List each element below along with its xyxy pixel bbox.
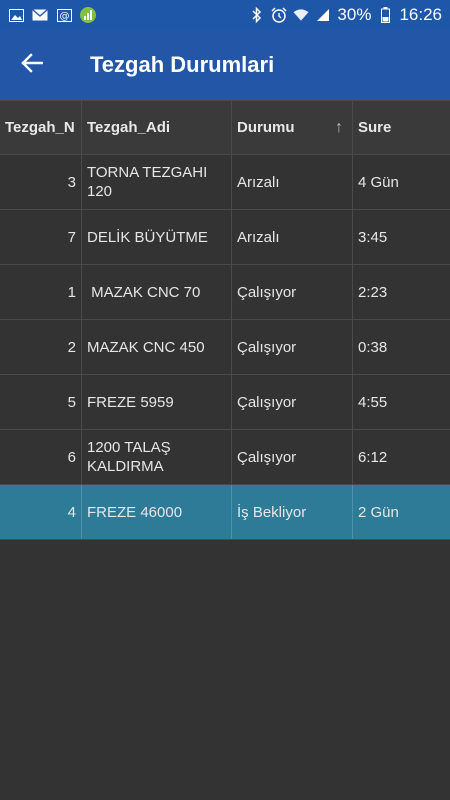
cell-duration: 4 Gün xyxy=(358,173,399,191)
column-header-machine-name[interactable]: Tezgah_Adi xyxy=(82,101,232,154)
table-row[interactable]: 6 1200 TALAŞ KALDIRMA Çalışıyor 6:12 xyxy=(0,430,450,485)
cell-status: İş Bekliyor xyxy=(232,485,353,539)
status-bar: @ 30% 16:26 xyxy=(0,0,450,30)
email-at-icon: @ xyxy=(56,7,72,23)
cell-machine-no: 1 xyxy=(0,265,82,319)
cell-machine-no: 4 xyxy=(0,485,82,539)
clock: 16:26 xyxy=(399,5,442,24)
mail-icon xyxy=(32,7,48,23)
cell-duration: 0:38 xyxy=(358,338,388,356)
cell-status: Arızalı xyxy=(232,155,353,209)
table-row-selected[interactable]: 4 FREZE 46000 İş Bekliyor 2 Gün xyxy=(0,485,450,540)
cell-machine-name: MAZAK CNC 450 xyxy=(82,320,232,374)
sort-ascending-icon: ↑ xyxy=(335,119,343,136)
cell-duration: 3:45 xyxy=(358,228,388,246)
cell-status: Arızalı xyxy=(232,210,353,264)
column-header-duration[interactable]: Sure xyxy=(353,101,450,154)
table-row[interactable]: 1 MAZAK CNC 70 Çalışıyor 2:23 xyxy=(0,265,450,320)
column-header-machine-no[interactable]: Tezgah_N xyxy=(0,101,82,154)
cell-status: Çalışıyor xyxy=(232,320,353,374)
cell-status: Çalışıyor xyxy=(232,375,353,429)
arrow-left-icon xyxy=(21,52,44,78)
notification-icons: @ xyxy=(8,7,96,23)
table-row[interactable]: 5 FREZE 5959 Çalışıyor 4:55 xyxy=(0,375,450,430)
cell-machine-name: 1200 TALAŞ KALDIRMA xyxy=(82,430,232,484)
app-bar: Tezgah Durumlari xyxy=(0,30,450,100)
signal-icon xyxy=(315,7,331,23)
battery-percent: 30% xyxy=(337,5,372,24)
cell-machine-name: TORNA TEZGAHI 120 xyxy=(82,155,232,209)
cell-machine-no: 2 xyxy=(0,320,82,374)
cell-machine-name: MAZAK CNC 70 xyxy=(82,265,232,319)
table-row[interactable]: 2 MAZAK CNC 450 Çalışıyor 0:38 xyxy=(0,320,450,375)
image-icon xyxy=(8,7,24,23)
column-header-status[interactable]: Durumu ↑ xyxy=(232,101,353,154)
svg-text:@: @ xyxy=(59,11,69,22)
cell-machine-no: 3 xyxy=(0,155,82,209)
cell-duration: 2:23 xyxy=(358,283,388,301)
signal-app-icon xyxy=(80,7,96,23)
cell-duration: 2 Gün xyxy=(358,503,399,521)
column-header-status-label: Durumu xyxy=(237,119,295,136)
cell-duration: 4:55 xyxy=(358,393,388,411)
machine-status-table: Tezgah_N Tezgah_Adi Durumu ↑ Sure 3 TORN… xyxy=(0,100,450,540)
page-title: Tezgah Durumlari xyxy=(90,52,275,77)
cell-duration: 6:12 xyxy=(358,448,388,466)
alarm-icon xyxy=(271,7,287,23)
cell-status: Çalışıyor xyxy=(232,265,353,319)
cell-machine-no: 6 xyxy=(0,430,82,484)
bluetooth-icon xyxy=(249,7,265,23)
table-row[interactable]: 7 DELİK BÜYÜTME Arızalı 3:45 xyxy=(0,210,450,265)
battery-icon xyxy=(377,7,393,23)
table-row[interactable]: 3 TORNA TEZGAHI 120 Arızalı 4 Gün xyxy=(0,155,450,210)
back-button[interactable] xyxy=(4,37,60,93)
cell-machine-name: FREZE 46000 xyxy=(82,485,232,539)
cell-machine-name: FREZE 5959 xyxy=(82,375,232,429)
wifi-icon xyxy=(293,7,309,23)
cell-machine-no: 7 xyxy=(0,210,82,264)
table-header: Tezgah_N Tezgah_Adi Durumu ↑ Sure xyxy=(0,100,450,155)
cell-machine-no: 5 xyxy=(0,375,82,429)
cell-machine-name: DELİK BÜYÜTME xyxy=(82,210,232,264)
cell-status: Çalışıyor xyxy=(232,430,353,484)
system-status: 30% 16:26 xyxy=(249,5,442,25)
